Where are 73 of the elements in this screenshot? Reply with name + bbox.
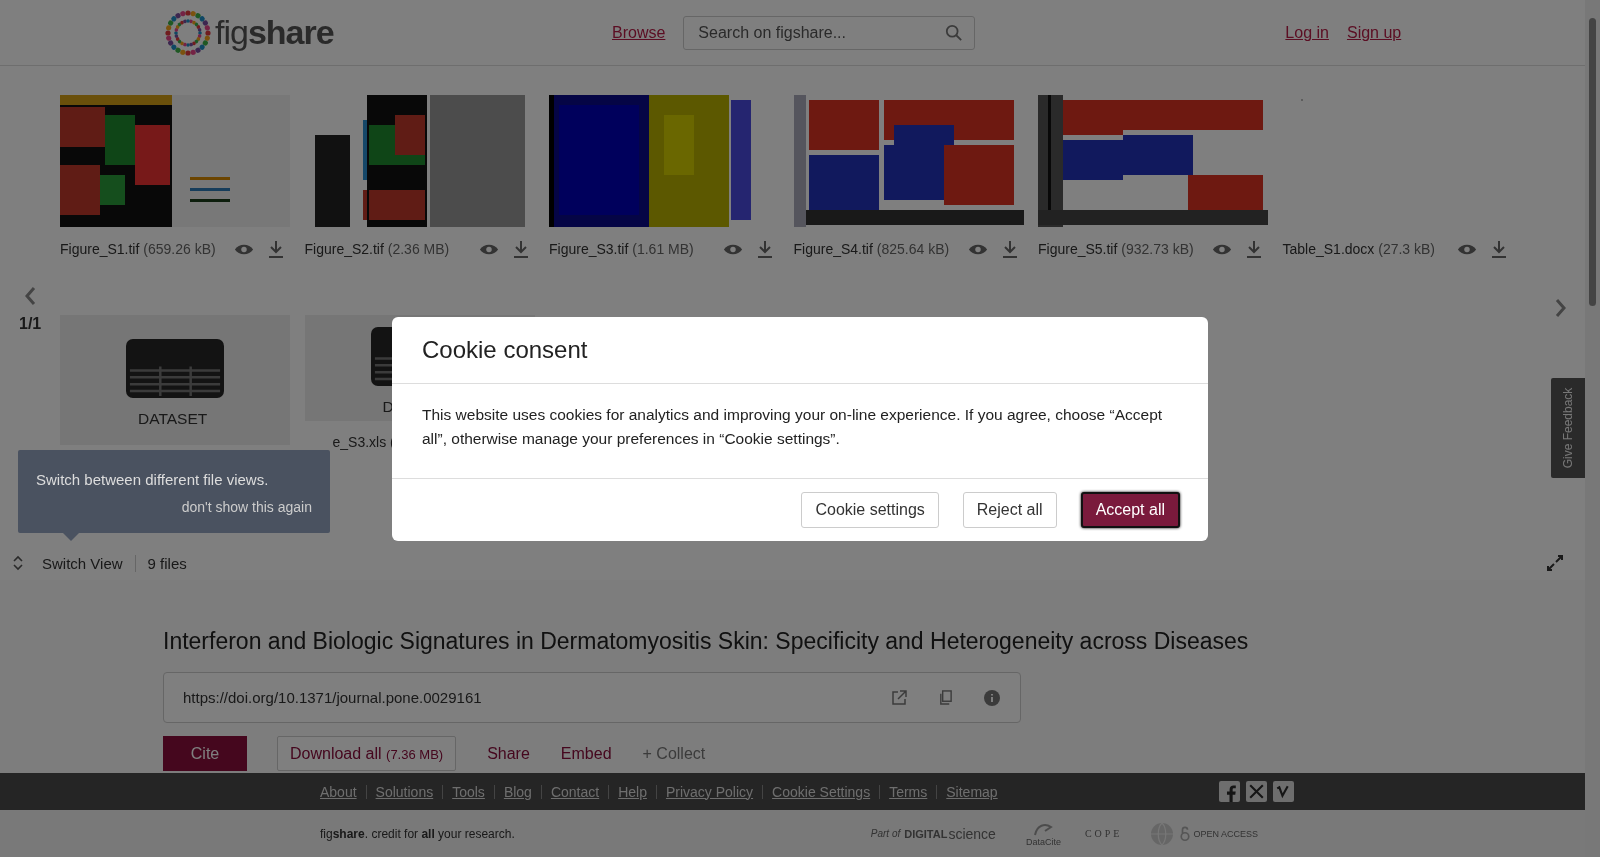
- open-access-text[interactable]: OPEN ACCESS: [1193, 828, 1258, 839]
- info-icon[interactable]: [984, 689, 1000, 706]
- dismiss-link[interactable]: don't show this again: [181, 499, 312, 515]
- facebook-icon[interactable]: [1219, 781, 1240, 802]
- footer-link[interactable]: About: [320, 784, 366, 799]
- logo-icon: [163, 7, 213, 58]
- footer-link[interactable]: Terms: [879, 784, 937, 799]
- dialog-button[interactable]: Cookie settings: [801, 492, 939, 528]
- file-name[interactable]: Figure_S4.tif (825.64 kB): [793, 241, 950, 257]
- cite-button[interactable]: Cite: [163, 736, 247, 771]
- file-name[interactable]: Table_S1.docx (27.3 kB): [1282, 241, 1436, 257]
- search-icon[interactable]: [945, 23, 964, 42]
- download-icon[interactable]: [757, 240, 773, 258]
- external-link-icon[interactable]: [891, 689, 907, 706]
- page-counter: 1/1: [19, 315, 42, 333]
- download-icon[interactable]: [268, 240, 284, 258]
- footer-link[interactable]: Contact: [540, 784, 609, 799]
- embed-link[interactable]: Embed: [560, 744, 612, 763]
- footer-link[interactable]: Blog: [493, 784, 541, 799]
- download-icon[interactable]: [1490, 240, 1507, 258]
- dialog-title: Cookie consent: [422, 336, 588, 364]
- signup-link[interactable]: Sign up: [1346, 23, 1402, 42]
- footer-link[interactable]: Solutions: [365, 784, 443, 799]
- tooltip-text: Switch between different file views.: [36, 471, 270, 488]
- feedback-tab[interactable]: Give Feedback: [1551, 378, 1585, 478]
- file-name[interactable]: Figure_S1.tif (659.26 kB): [60, 241, 216, 257]
- eye-icon[interactable]: [723, 242, 743, 256]
- file-name[interactable]: Figure_S2.tif (2.36 MB): [304, 241, 450, 257]
- login-link[interactable]: Log in: [1285, 23, 1329, 42]
- datacite-text[interactable]: DataCite: [1025, 836, 1061, 847]
- scrollbar[interactable]: [1585, 0, 1600, 857]
- doi-link[interactable]: https://doi.org/10.1371/journal.pone.0029161: [183, 689, 482, 706]
- footer-link[interactable]: Sitemap: [936, 784, 1007, 799]
- eye-icon[interactable]: [478, 242, 499, 256]
- file-count: 9 files: [147, 554, 187, 572]
- dialog-button[interactable]: Reject all: [962, 492, 1057, 528]
- part-of-text: Part of: [870, 828, 901, 839]
- logo-text[interactable]: figshare: [215, 13, 334, 52]
- eye-icon[interactable]: [967, 242, 988, 256]
- fullscreen-icon[interactable]: [1547, 555, 1563, 571]
- collect-link[interactable]: + Collect: [642, 744, 706, 763]
- digital-text: DIGITAL: [904, 827, 948, 840]
- science-text: science: [948, 825, 996, 842]
- footer-link[interactable]: Tools: [442, 784, 494, 799]
- card-label: DATASET: [138, 409, 208, 428]
- switch-view-button[interactable]: Switch View: [42, 554, 136, 572]
- eye-icon[interactable]: [1212, 242, 1232, 256]
- file-name[interactable]: Figure_S3.tif (1.61 MB): [549, 241, 694, 257]
- accept-button[interactable]: Accept all: [1080, 492, 1180, 528]
- eye-icon[interactable]: [234, 242, 254, 256]
- download-all-button[interactable]: Download all (7.36 MB): [277, 736, 457, 771]
- download-icon[interactable]: [1001, 240, 1018, 258]
- cope-text[interactable]: COPE: [1084, 828, 1123, 839]
- share-link[interactable]: Share: [487, 744, 530, 763]
- footer-link[interactable]: Cookie Settings: [762, 784, 880, 799]
- tagline: figshare. credit for all your research.: [320, 826, 515, 841]
- vimeo-icon[interactable]: [1273, 781, 1294, 802]
- footer-link[interactable]: Help: [608, 784, 656, 799]
- file-name[interactable]: Figure_S5.tif (932.73 kB): [1038, 241, 1194, 257]
- browse-link[interactable]: Browse: [612, 23, 666, 42]
- download-icon[interactable]: [1246, 240, 1262, 258]
- open-access-icon[interactable]: [1180, 825, 1191, 842]
- eye-icon[interactable]: [1456, 242, 1477, 256]
- table-icon: [126, 338, 224, 398]
- download-icon[interactable]: [512, 240, 529, 258]
- dataset-card[interactable]: DATASET: [60, 315, 290, 445]
- swap-icon[interactable]: [12, 555, 24, 571]
- article-title: Interferon and Biologic Signatures in Dermatomyositis Skin: Specificity and Heterogeneity across Diseases: [163, 627, 1250, 656]
- x-icon[interactable]: [1246, 781, 1267, 802]
- footer-link[interactable]: Privacy Policy: [655, 784, 763, 799]
- dialog-message: This website uses cookies for analytics and improving your on-line experience. If you agree, choose “Accept all”, otherwise manage your preferences in “Cookie settings”.: [422, 405, 1164, 449]
- search-field[interactable]: Search on figshare...: [683, 15, 976, 50]
- copy-icon[interactable]: [938, 690, 953, 705]
